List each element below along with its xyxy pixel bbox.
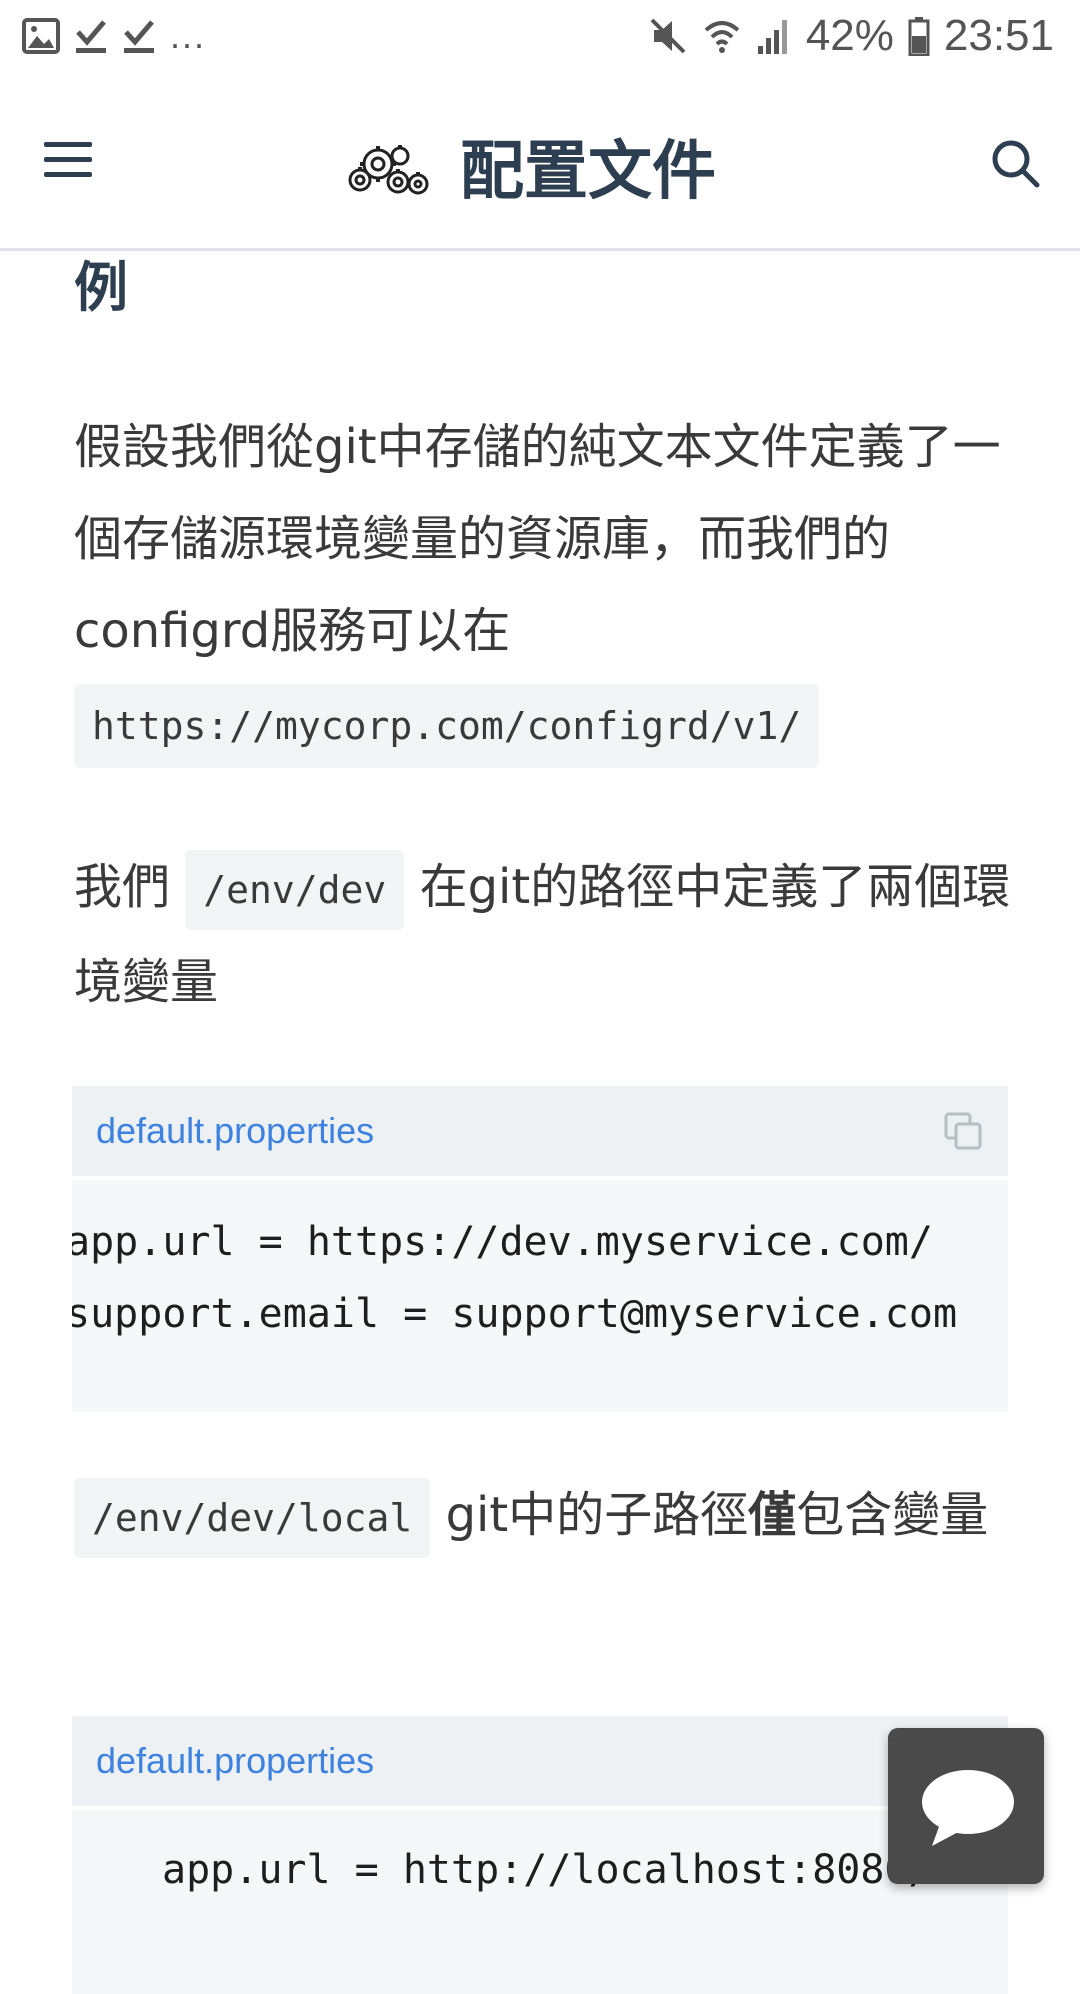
system-icons: 42% 23:51	[648, 10, 1054, 62]
code-filename: default.properties	[96, 1740, 375, 1781]
code-filename: default.properties	[96, 1110, 375, 1151]
more-notifications: ...	[170, 15, 207, 56]
code-line: app.url = https://dev.myservice.com/	[72, 1219, 933, 1265]
paragraph-local-text: git中的子路徑	[445, 1487, 749, 1543]
local-path-code: /env/dev/local	[74, 1478, 431, 1558]
code-line: app.url = http://localhost:8080/	[162, 1847, 933, 1893]
paragraph-local-path: /env/dev/local git中的子路徑僅包含變量	[74, 1469, 1014, 1564]
mute-icon	[650, 18, 686, 54]
chat-icon	[922, 1770, 1014, 1846]
code-block-header: default.properties	[72, 1716, 1008, 1806]
section-heading-fragment: 例	[74, 256, 128, 319]
site-brand[interactable]: 配置文件	[346, 120, 716, 212]
battery-percent: 42%	[805, 11, 894, 60]
paragraph-local-bold: 僅	[748, 1487, 797, 1543]
search-icon[interactable]	[988, 136, 1042, 190]
app-header: 配置文件	[0, 76, 1080, 251]
paragraph-dev-text-before: 我們	[74, 859, 171, 915]
code-block-body[interactable]: app.url = https://dev.myservice.com/ sup…	[72, 1180, 1008, 1412]
clock: 23:51	[943, 11, 1054, 60]
paragraph-dev-path: 我們 /env/dev 在git的路徑中定義了兩個環境變量	[74, 841, 1014, 1028]
code-block-header: default.properties	[72, 1086, 1008, 1176]
battery-icon	[908, 17, 930, 56]
wifi-icon	[704, 21, 740, 53]
dev-path-code: /env/dev	[185, 850, 405, 930]
notification-icons: ...	[22, 14, 206, 58]
configrd-url-code: https://mycorp.com/configrd/v1/	[74, 684, 820, 768]
code-block-local: default.properties app.url = http://loca…	[72, 1716, 1008, 1994]
paragraph-intro-text: 假設我們從git中存儲的純文本文件定義了一個存儲源環境變量的資源庫，而我們的co…	[74, 419, 1001, 659]
chat-button[interactable]	[888, 1728, 1044, 1884]
menu-icon[interactable]	[44, 142, 92, 182]
download-done-icon	[76, 20, 106, 53]
page-title: 配置文件	[460, 135, 716, 209]
code-block-body[interactable]: app.url = http://localhost:8080/	[72, 1810, 1008, 1994]
status-bar: ... 42% 23:51	[0, 0, 1080, 76]
paragraph-local-text-end: 包含變量	[796, 1487, 989, 1543]
gallery-icon	[22, 18, 60, 54]
paragraph-intro: 假設我們從git中存儲的純文本文件定義了一個存儲源環境變量的資源庫，而我們的co…	[74, 401, 1014, 769]
code-line: support.email = support@myservice.com	[72, 1291, 958, 1337]
copy-icon[interactable]	[944, 1112, 984, 1152]
gears-logo-icon	[348, 145, 429, 195]
download-done-icon	[124, 20, 154, 53]
signal-icon	[757, 20, 787, 54]
code-block-dev: default.properties app.url = https://dev…	[72, 1086, 1008, 1412]
